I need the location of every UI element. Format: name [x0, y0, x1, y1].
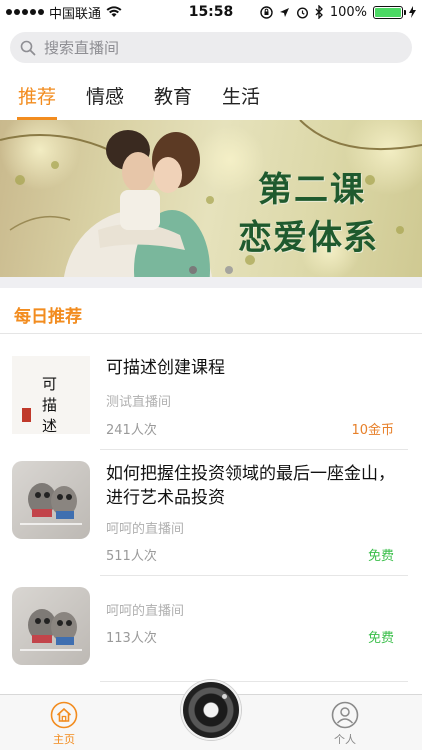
- status-bar: 中国联通 15:58 100%: [0, 0, 422, 24]
- course-thumbnail: [12, 587, 90, 665]
- tab-profile[interactable]: 个人: [331, 701, 359, 747]
- home-icon: [50, 701, 78, 729]
- alarm-icon: [296, 6, 308, 19]
- pager-dot[interactable]: [225, 266, 233, 274]
- search-bar[interactable]: [10, 32, 412, 63]
- category-tabs: 推荐 情感 教育 生活: [0, 78, 422, 122]
- item-title: 如何把握住投资领域的最后一座金山，进行艺术品投资: [106, 464, 395, 508]
- list-item[interactable]: 呵呵的直播间 113人次 免费: [0, 576, 422, 682]
- item-price: 10金币: [351, 423, 394, 438]
- item-price: 免费: [367, 631, 394, 646]
- item-room: 呵呵的直播间: [106, 522, 185, 537]
- tab-education[interactable]: 教育: [154, 78, 192, 120]
- location-icon: [279, 7, 289, 17]
- promo-banner[interactable]: 第二课 恋爱体系: [0, 120, 422, 277]
- tab-life[interactable]: 生活: [222, 78, 260, 120]
- banner-pager: [0, 266, 422, 274]
- item-room: 测试直播间: [106, 395, 172, 410]
- tab-recommend[interactable]: 推荐: [16, 78, 58, 120]
- rotation-lock-icon: [260, 5, 273, 19]
- course-thumbnail: 可描述: [12, 356, 90, 434]
- camera-live-button[interactable]: [181, 680, 241, 740]
- search-input[interactable]: [44, 38, 384, 57]
- charging-icon: [409, 6, 416, 18]
- tab-profile-label: 个人: [334, 733, 356, 746]
- wifi-icon: [106, 6, 122, 17]
- person-icon: [331, 701, 359, 729]
- item-room: 呵呵的直播间: [106, 604, 185, 619]
- list-item[interactable]: 如何把握住投资领域的最后一座金山，进行艺术品投资 呵呵的直播间 511人次 免费: [0, 450, 422, 576]
- item-price: 免费: [367, 549, 394, 564]
- carrier-label: 中国联通: [49, 6, 102, 22]
- signal-icon: [6, 9, 44, 15]
- banner-title-line1: 第二课: [258, 170, 366, 210]
- item-viewers: 241人次: [106, 423, 157, 438]
- item-viewers: 113人次: [106, 631, 157, 646]
- bluetooth-icon: [315, 5, 323, 19]
- tab-home[interactable]: 主页: [50, 701, 78, 747]
- tab-home-label: 主页: [53, 733, 75, 746]
- search-icon: [20, 40, 36, 55]
- course-thumbnail: [12, 461, 90, 539]
- item-title: 可描述创建课程: [106, 358, 225, 378]
- banner-title-line2: 恋爱体系: [238, 218, 378, 258]
- battery-icon: [373, 5, 406, 19]
- section-title: 每日推荐: [14, 307, 82, 327]
- section-spacer: [0, 277, 422, 288]
- divider: [100, 681, 408, 682]
- pager-dot-active[interactable]: [189, 266, 197, 274]
- tab-emotion[interactable]: 情感: [86, 78, 124, 120]
- battery-percent: 100%: [329, 4, 367, 20]
- list-item[interactable]: 可描述 可描述创建课程 测试直播间 241人次 10金币: [0, 334, 422, 450]
- calligraphy-char-1: 可描述: [40, 376, 58, 434]
- item-viewers: 511人次: [106, 549, 157, 564]
